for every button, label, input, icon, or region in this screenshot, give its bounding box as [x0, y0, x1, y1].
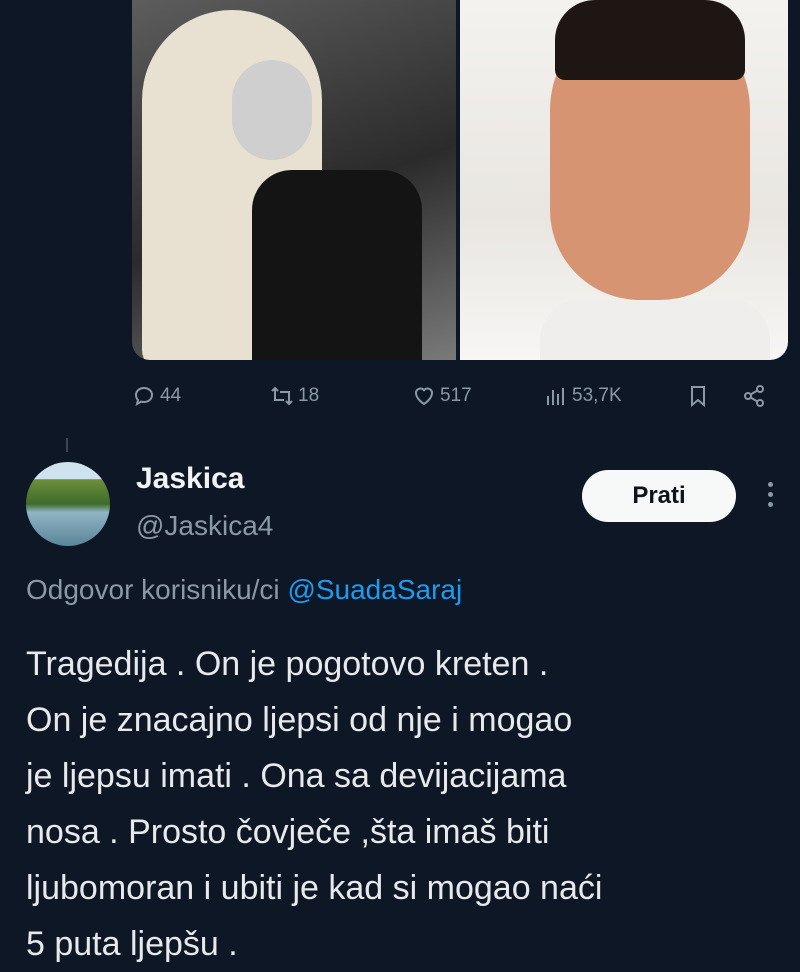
follow-button[interactable]: Prati [582, 470, 736, 522]
repost-action[interactable]: 18 [270, 384, 319, 408]
bookmark-icon [691, 386, 705, 408]
reply-mention-link[interactable]: @SuadaSaraj [287, 574, 462, 605]
hair-shape [555, 0, 745, 80]
man-photo[interactable] [460, 0, 788, 360]
reply-context: Odgovor korisniku/ci @SuadaSaraj [26, 574, 462, 606]
tweet-line: Tragedija . On je pogotovo kreten . [26, 645, 549, 683]
tweet-line: ljubomoran i ubiti je kad si mogao naći [26, 869, 603, 907]
repost-count: 18 [298, 385, 320, 406]
reply-count: 44 [160, 385, 182, 406]
user-handle[interactable]: @Jaskica4 [136, 510, 273, 542]
reply-icon [134, 386, 154, 407]
reply-prefix: Odgovor korisniku/ci [26, 574, 280, 605]
more-options-icon[interactable] [760, 482, 780, 512]
tweet-line: nosa . Prosto čovječe ,šta imaš biti [26, 813, 550, 851]
shirt-shape [252, 170, 422, 360]
tweet-media[interactable] [132, 0, 788, 360]
shirt-shape [540, 300, 770, 360]
repost-icon [271, 386, 293, 406]
woman-photo[interactable] [132, 0, 457, 360]
avatar[interactable] [26, 462, 110, 546]
tweet-line: je ljepsu imati . Ona sa devijacijama [26, 757, 567, 795]
views-action[interactable]: 53,7K [544, 384, 622, 408]
like-icon [414, 387, 434, 406]
share-action[interactable] [742, 384, 766, 408]
tweet-actions: 44 18 517 53,7K [0, 384, 800, 416]
views-count: 53,7K [572, 385, 622, 406]
thread-connector [66, 438, 68, 452]
share-icon [744, 385, 764, 407]
reply-action[interactable]: 44 [132, 384, 181, 408]
like-action[interactable]: 517 [412, 384, 472, 408]
tweet-line: On je znacajno ljepsi od nje i mogao [26, 701, 573, 739]
display-name[interactable]: Jaskica [136, 462, 244, 496]
like-count: 517 [440, 385, 472, 406]
bookmark-action[interactable] [686, 384, 710, 408]
tweet-line: 5 puta ljepšu . [26, 925, 238, 963]
views-icon [547, 388, 564, 405]
tweet-text: Tragedija . On je pogotovo kreten . On j… [26, 636, 786, 972]
face-shape [232, 60, 312, 160]
